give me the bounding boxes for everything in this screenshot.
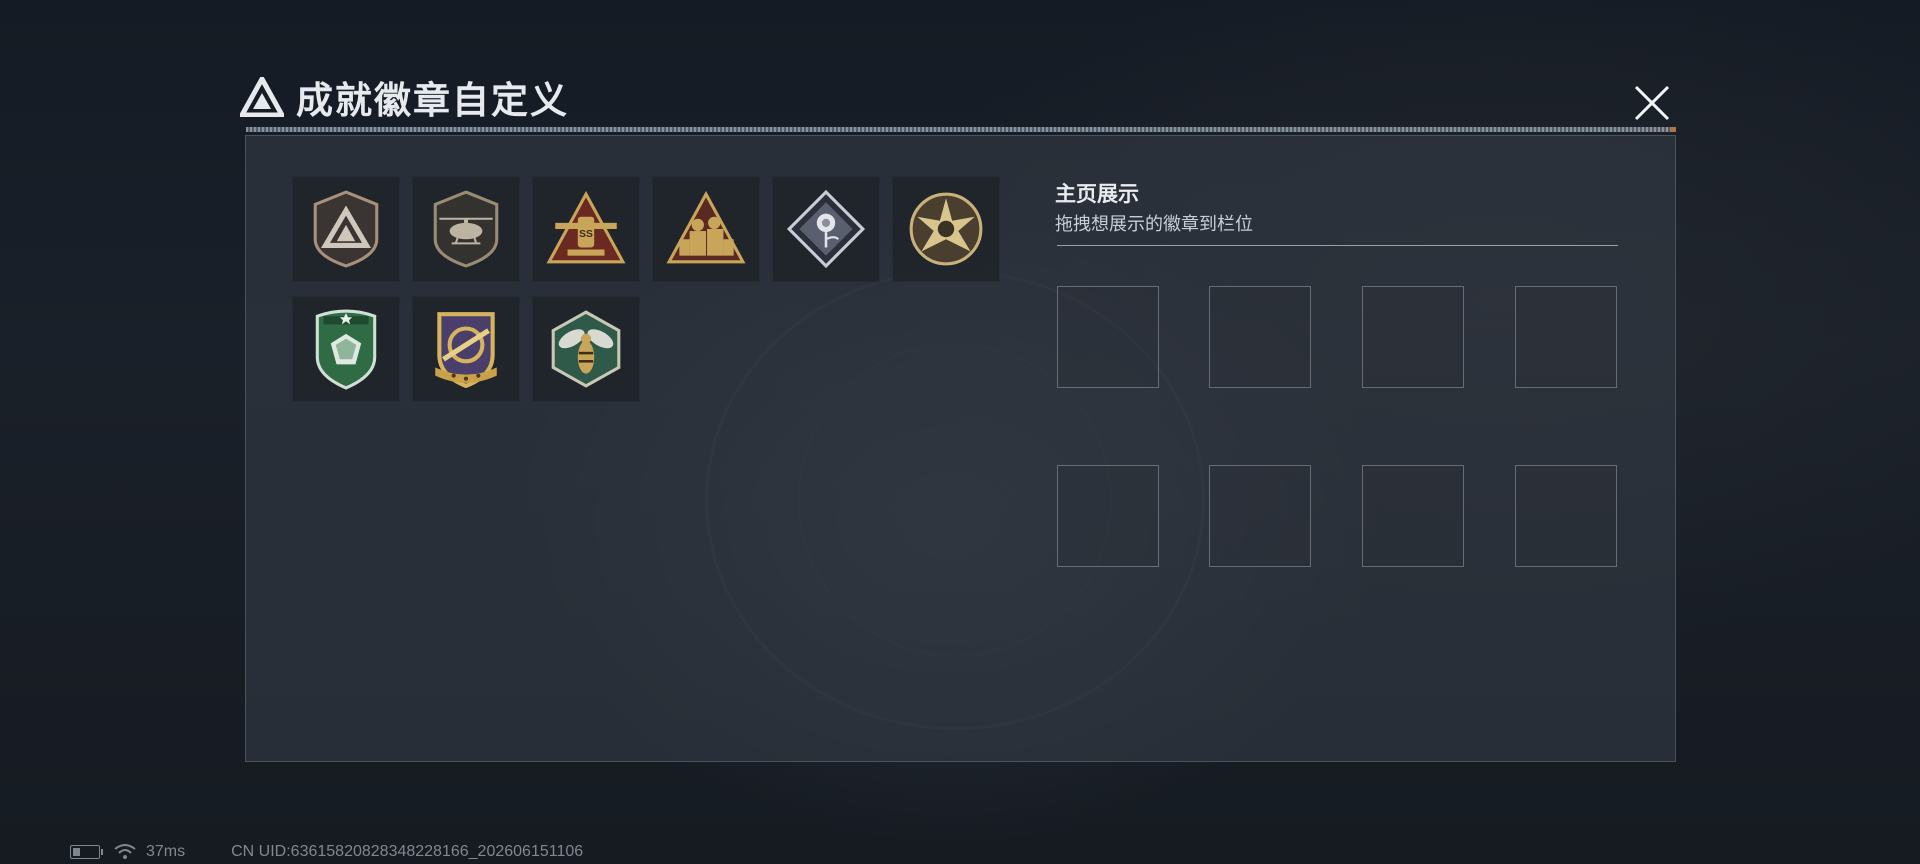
close-button[interactable] bbox=[1625, 76, 1679, 130]
helicopter-icon bbox=[433, 190, 499, 268]
badge-star-circle[interactable] bbox=[892, 176, 1000, 282]
display-slot[interactable] bbox=[1209, 465, 1311, 567]
homepage-display-hint: 拖拽想展示的徽章到栏位 bbox=[1055, 214, 1253, 234]
dialog-title: 成就徽章自定义 bbox=[296, 80, 569, 121]
display-slot[interactable] bbox=[1362, 286, 1464, 388]
badge-gold-crest[interactable] bbox=[412, 296, 520, 402]
soldiers-triangle-icon bbox=[666, 190, 746, 264]
homepage-display-title: 主页展示 bbox=[1055, 183, 1139, 206]
display-slot[interactable] bbox=[1515, 286, 1617, 388]
triangle-logo-icon bbox=[240, 77, 284, 117]
display-slot[interactable] bbox=[1057, 286, 1159, 388]
green-gem-shield-icon bbox=[315, 309, 377, 390]
badge-triangle-shield[interactable] bbox=[292, 176, 400, 282]
dialog-header: 成就徽章自定义 bbox=[240, 72, 569, 122]
badge-ss-triangle[interactable]: SS bbox=[532, 176, 640, 282]
triangle-shield-icon bbox=[313, 190, 379, 268]
badge-green-gem-shield[interactable] bbox=[292, 296, 400, 402]
display-slot[interactable] bbox=[1057, 465, 1159, 567]
gold-crest-icon bbox=[435, 312, 497, 389]
display-slot[interactable] bbox=[1515, 465, 1617, 567]
battery-icon bbox=[70, 845, 103, 859]
wifi-icon bbox=[114, 844, 136, 859]
badge-hornet-hexagon[interactable] bbox=[532, 296, 640, 402]
display-slot[interactable] bbox=[1209, 286, 1311, 388]
close-icon bbox=[1634, 85, 1670, 121]
display-slot[interactable] bbox=[1362, 465, 1464, 567]
hornet-hexagon-icon bbox=[551, 310, 621, 388]
badge-rose-diamond[interactable] bbox=[772, 176, 880, 282]
badge-soldiers-triangle[interactable] bbox=[652, 176, 760, 282]
display-divider bbox=[1057, 245, 1618, 246]
badge-helicopter[interactable] bbox=[412, 176, 520, 282]
star-circle-icon bbox=[909, 192, 983, 266]
ss-triangle-icon: SS bbox=[546, 190, 626, 264]
status-bar: 37ms CN UID:6361582082834822816​6_202606… bbox=[70, 842, 583, 862]
header-divider bbox=[246, 127, 1676, 132]
user-uid: CN UID:6361582082834822816​6_20260615110… bbox=[231, 843, 584, 860]
ping-value: 37ms bbox=[146, 843, 186, 860]
ss-label: SS bbox=[579, 229, 593, 240]
rose-diamond-icon bbox=[786, 189, 866, 269]
